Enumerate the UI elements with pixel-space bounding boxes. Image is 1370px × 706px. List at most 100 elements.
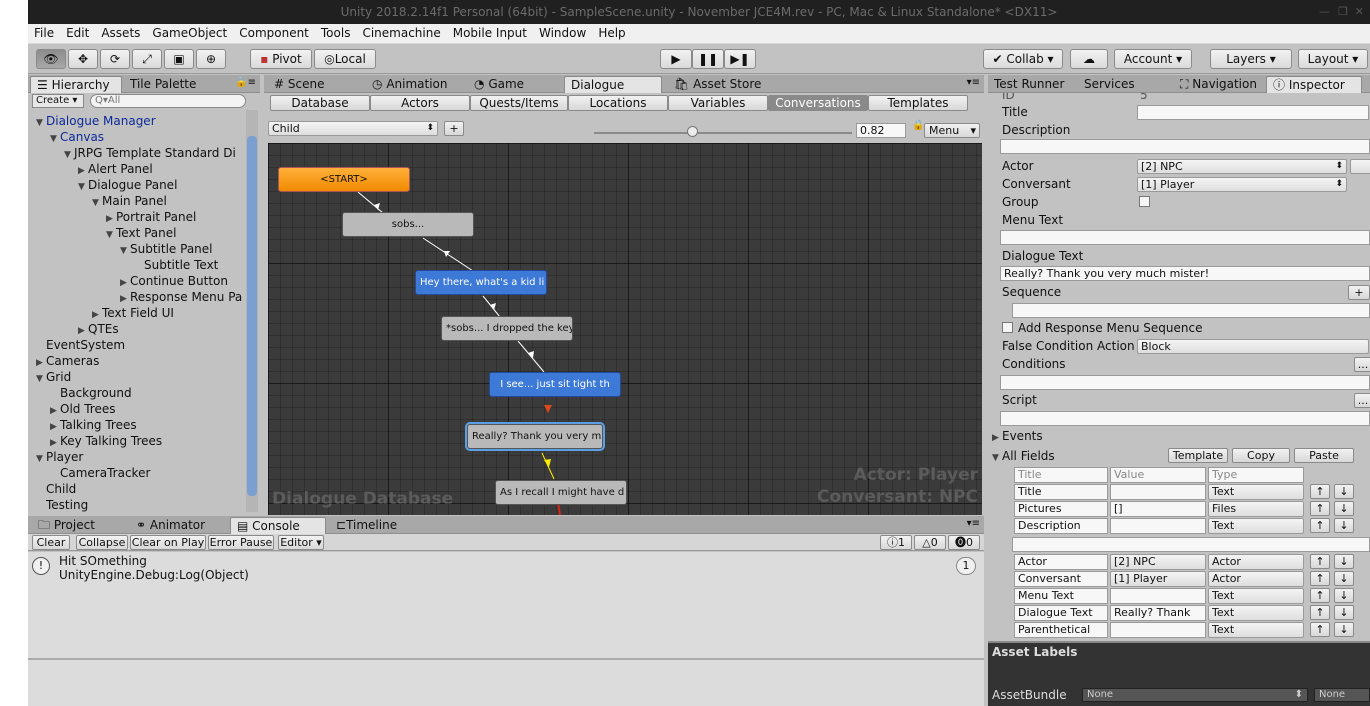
paste-button[interactable]: Paste bbox=[1294, 448, 1354, 463]
db-tab-database[interactable]: Database bbox=[270, 95, 370, 111]
hierarchy-item[interactable]: ▼ Player bbox=[36, 449, 83, 465]
menu-component[interactable]: Component bbox=[233, 24, 315, 43]
conversation-dropdown[interactable]: Child ⬍ bbox=[268, 121, 438, 136]
field-type-dropdown[interactable]: Text bbox=[1208, 622, 1304, 638]
field-title[interactable]: Conversant bbox=[1014, 571, 1108, 587]
asset-bundle-dropdown[interactable]: None ⬍ bbox=[1082, 688, 1308, 702]
graph-menu-dropdown[interactable]: Menu ▾ bbox=[924, 123, 980, 138]
field-value[interactable] bbox=[1110, 518, 1206, 534]
panel-menu-icon[interactable]: ▾≡ bbox=[967, 77, 980, 88]
field-value[interactable]: [1] Player bbox=[1110, 571, 1206, 587]
field-title[interactable]: Actor bbox=[1014, 554, 1108, 570]
move-down-button[interactable]: ↓ bbox=[1334, 571, 1354, 586]
tab-dialogue[interactable]: Dialogue bbox=[564, 76, 662, 93]
hierarchy-item[interactable]: ▶ Portrait Panel bbox=[106, 209, 196, 225]
chevron-down-icon[interactable]: ▼ bbox=[36, 451, 46, 467]
tab-scene[interactable]: # Scene bbox=[268, 76, 362, 93]
menu-file[interactable]: File bbox=[28, 24, 60, 43]
chevron-down-icon[interactable]: ▼ bbox=[92, 195, 102, 211]
zoom-slider-thumb[interactable] bbox=[687, 126, 699, 137]
scale-tool-button[interactable]: ⤢ bbox=[132, 49, 162, 69]
field-type-dropdown[interactable]: Text bbox=[1208, 588, 1304, 604]
move-up-button[interactable]: ↑ bbox=[1310, 588, 1330, 603]
move-down-button[interactable]: ↓ bbox=[1334, 518, 1354, 533]
description-field[interactable] bbox=[1000, 139, 1370, 154]
actor-dropdown[interactable]: [2] NPC ⬍ bbox=[1137, 159, 1347, 174]
hierarchy-item[interactable]: ▼ Subtitle Panel bbox=[120, 241, 213, 257]
view-tool-button[interactable]: 👁 bbox=[36, 49, 66, 69]
hierarchy-item[interactable]: ▶ Old Trees bbox=[50, 401, 115, 417]
db-tab-templates[interactable]: Templates bbox=[868, 95, 968, 111]
conditions-field[interactable] bbox=[1000, 375, 1370, 390]
sequence-field[interactable] bbox=[1012, 303, 1370, 318]
field-title[interactable]: Menu Text bbox=[1014, 588, 1108, 604]
hierarchy-item[interactable]: Subtitle Text bbox=[134, 257, 218, 273]
local-button[interactable]: ◎Local bbox=[314, 49, 376, 69]
tab-timeline[interactable]: ⊏Timeline bbox=[330, 517, 424, 534]
hierarchy-item[interactable]: ▼ Canvas bbox=[50, 129, 104, 145]
move-up-button[interactable]: ↑ bbox=[1310, 605, 1330, 620]
layers-dropdown[interactable]: Layers ▾ bbox=[1210, 49, 1292, 69]
minimize-icon[interactable]: — bbox=[1319, 0, 1330, 24]
script-field[interactable] bbox=[1000, 411, 1370, 426]
chevron-down-icon[interactable]: ▼ bbox=[78, 179, 88, 195]
menu-text-field[interactable] bbox=[1000, 230, 1370, 245]
field-value[interactable] bbox=[1110, 622, 1206, 638]
field-value[interactable]: [2] NPC bbox=[1110, 554, 1206, 570]
group-checkbox[interactable] bbox=[1139, 196, 1150, 207]
dialogue-node-npc[interactable]: Really? Thank you very muc bbox=[465, 422, 605, 451]
conversant-dropdown[interactable]: [1] Player ⬍ bbox=[1137, 177, 1347, 192]
panel-menu-icon[interactable]: ▾≡ bbox=[967, 518, 980, 529]
script-edit-button[interactable]: ... bbox=[1354, 393, 1370, 408]
false-condition-dropdown[interactable]: Block bbox=[1137, 339, 1369, 354]
info-filter-toggle[interactable]: ⓘ1 bbox=[880, 535, 912, 550]
menu-assets[interactable]: Assets bbox=[95, 24, 146, 43]
title-field[interactable] bbox=[1137, 105, 1369, 120]
chevron-down-icon[interactable]: ▼ bbox=[120, 243, 130, 259]
move-up-button[interactable]: ↑ bbox=[1310, 622, 1330, 637]
dialogue-node-npc[interactable]: sobs... bbox=[342, 212, 474, 237]
hierarchy-item[interactable]: Child bbox=[36, 481, 76, 497]
console-clear-on-play-button[interactable]: Clear on Play bbox=[130, 535, 206, 550]
template-button[interactable]: Template bbox=[1168, 448, 1228, 463]
field-value[interactable]: [] bbox=[1110, 501, 1206, 517]
db-tab-conversations[interactable]: Conversations bbox=[768, 95, 868, 111]
conditions-edit-button[interactable]: ... bbox=[1354, 357, 1370, 372]
actor-extra-button[interactable] bbox=[1350, 159, 1370, 174]
hierarchy-item[interactable]: ▼ Dialogue Manager bbox=[36, 113, 156, 129]
hierarchy-item[interactable]: ▶ Key Talking Trees bbox=[50, 433, 162, 449]
dialogue-node-player[interactable]: I see... just sit tight th bbox=[489, 372, 621, 397]
hierarchy-item[interactable]: CameraTracker bbox=[50, 465, 150, 481]
tab-game[interactable]: ◔ Game bbox=[468, 76, 560, 93]
console-error-pause-button[interactable]: Error Pause bbox=[208, 535, 274, 550]
field-title[interactable]: Description bbox=[1014, 518, 1108, 534]
maximize-icon[interactable]: ❐ bbox=[1338, 0, 1348, 24]
hierarchy-item[interactable]: EventSystem bbox=[36, 337, 125, 353]
db-tab-locations[interactable]: Locations bbox=[568, 95, 668, 111]
tab-console[interactable]: ▤ Console bbox=[230, 517, 326, 534]
close-icon[interactable]: ✕ bbox=[1355, 0, 1364, 24]
db-tab-actors[interactable]: Actors bbox=[370, 95, 470, 111]
account-dropdown[interactable]: Account ▾ bbox=[1114, 49, 1192, 69]
hierarchy-item[interactable]: ▶ Talking Trees bbox=[50, 417, 137, 433]
move-down-button[interactable]: ↓ bbox=[1334, 554, 1354, 569]
tab-inspector[interactable]: ⓘ Inspector bbox=[1266, 76, 1362, 93]
layout-dropdown[interactable]: Layout ▾ bbox=[1298, 49, 1368, 69]
hierarchy-item[interactable]: Background bbox=[50, 385, 132, 401]
asset-bundle-variant-dropdown[interactable]: None bbox=[1314, 688, 1370, 702]
hierarchy-item[interactable]: ▶ Cameras bbox=[36, 353, 99, 369]
move-down-button[interactable]: ↓ bbox=[1334, 622, 1354, 637]
hierarchy-item[interactable]: ▶ Alert Panel bbox=[78, 161, 153, 177]
copy-button[interactable]: Copy bbox=[1232, 448, 1290, 463]
hierarchy-item[interactable]: ▼ Grid bbox=[36, 369, 71, 385]
chevron-down-icon[interactable]: ▼ bbox=[36, 115, 46, 131]
dialogue-node-npc[interactable]: *sobs... I dropped the key bbox=[441, 316, 573, 341]
scrollbar-thumb[interactable] bbox=[247, 136, 257, 496]
field-title[interactable]: Title bbox=[1014, 484, 1108, 500]
pause-button[interactable]: ❚❚ bbox=[692, 49, 724, 69]
menu-cinemachine[interactable]: Cinemachine bbox=[356, 24, 446, 43]
tab-animator[interactable]: ⚭ Animator bbox=[130, 517, 226, 534]
move-down-button[interactable]: ↓ bbox=[1334, 484, 1354, 499]
cloud-button[interactable]: ☁ bbox=[1070, 49, 1108, 69]
console-collapse-button[interactable]: Collapse bbox=[76, 535, 128, 550]
